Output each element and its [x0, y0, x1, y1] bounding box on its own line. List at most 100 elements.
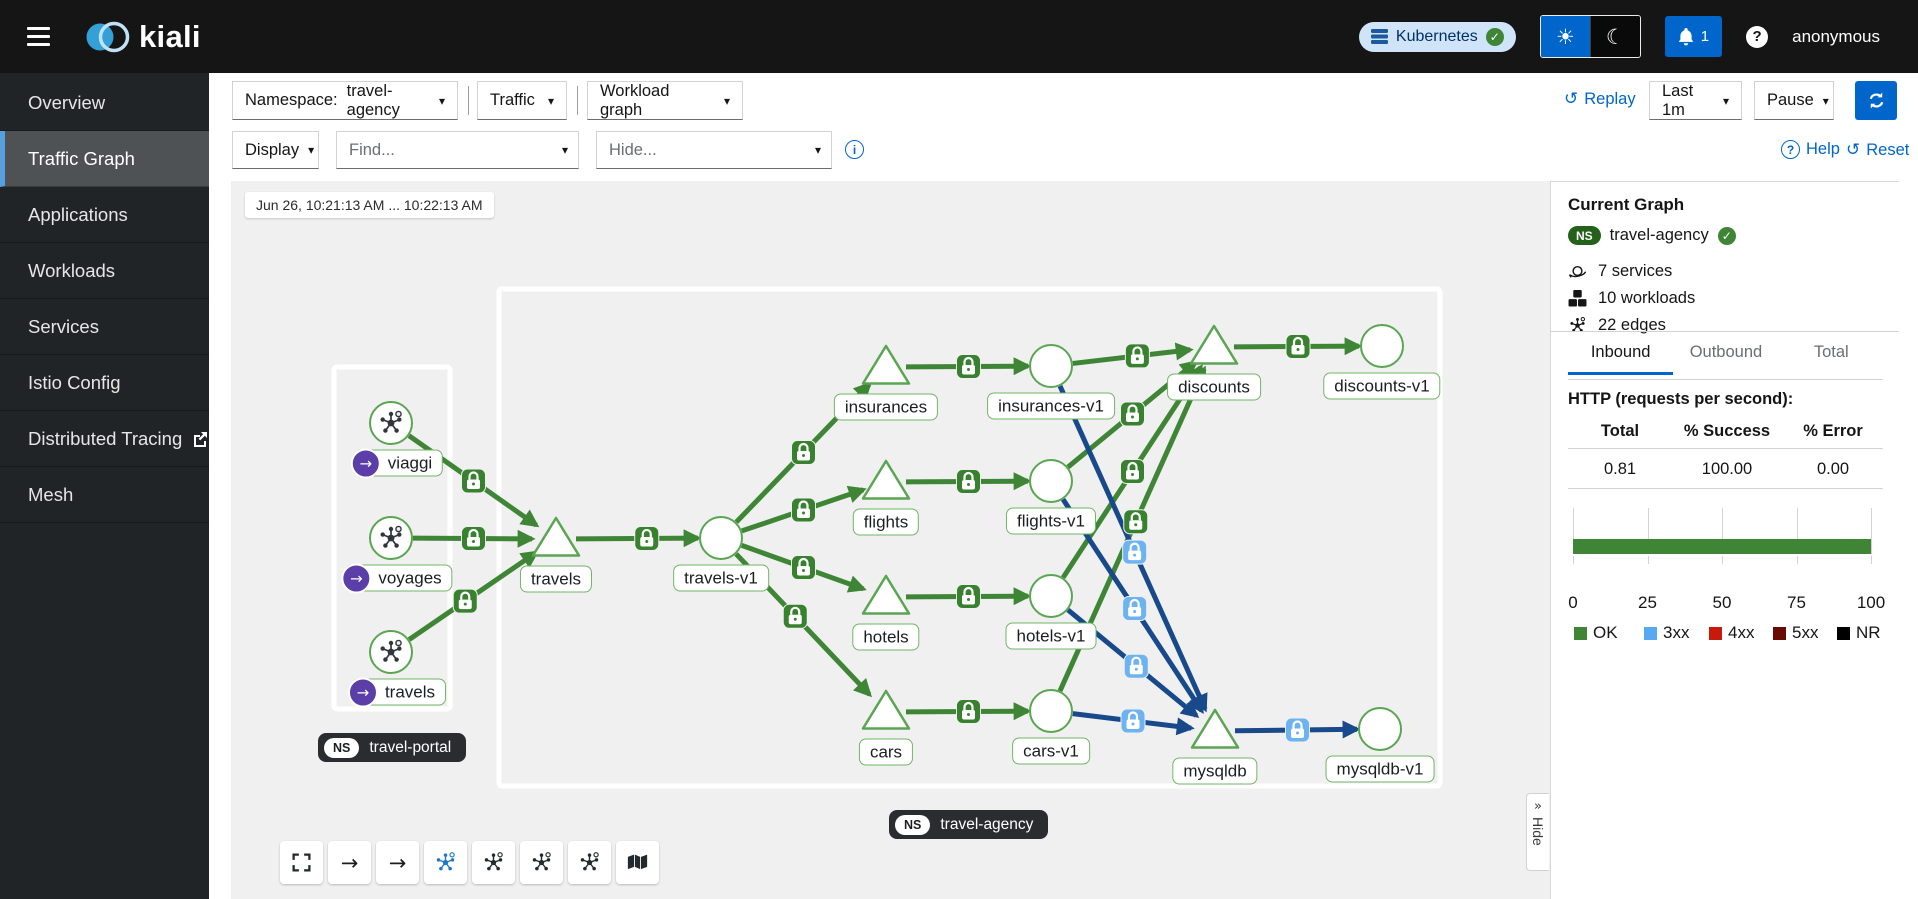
map-icon: [627, 852, 648, 873]
interval-dropdown[interactable]: Last 1m ▾: [1649, 81, 1742, 120]
graph-node-label-flights[interactable]: flights: [853, 509, 919, 536]
graph-node-flights-v1[interactable]: [1030, 460, 1072, 502]
summary-namespace[interactable]: travel-agency: [1610, 226, 1709, 245]
question-circle-icon: ?: [1781, 140, 1800, 159]
chevron-down-icon: ▾: [1723, 94, 1729, 108]
graph-edge-cars-to-cars-v1[interactable]: [906, 711, 1028, 712]
chevron-down-icon: ▾: [548, 94, 554, 108]
graph-edge-insurances-to-insurances-v1[interactable]: [906, 366, 1028, 367]
notification-count: 1: [1701, 28, 1709, 45]
graph-edge-voyages-to-travels[interactable]: [413, 538, 532, 539]
graph-edge-mysqldb-to-mysqldb-v1[interactable]: [1235, 729, 1357, 730]
mesh-icon: [579, 852, 600, 873]
graph-edge-discounts-to-discounts-v1[interactable]: [1234, 346, 1359, 347]
graph-node-label-insurances-v1[interactable]: insurances-v1: [987, 393, 1115, 420]
focus-forward-1-button[interactable]: →: [328, 841, 371, 884]
hide-panel-tab[interactable]: » Hide: [1526, 793, 1549, 871]
light-theme-button[interactable]: ☀: [1541, 16, 1590, 57]
focus-forward-2-button[interactable]: →: [376, 841, 419, 884]
chevron-down-icon[interactable]: ▾: [815, 143, 821, 157]
help-link[interactable]: ? Help: [1781, 140, 1840, 159]
menu-toggle-icon[interactable]: [27, 27, 50, 46]
axis-tick-label: 0: [1568, 593, 1577, 613]
graph-toolbar: Namespace: travel-agency ▾ Traffic ▾ Wor…: [209, 73, 1918, 181]
reset-link[interactable]: ↺ Reset: [1846, 140, 1909, 160]
graph-node-label-discounts[interactable]: discounts: [1167, 374, 1261, 401]
graph-node-label-voyages[interactable]: →voyages: [345, 565, 452, 592]
services-icon: [1568, 263, 1587, 280]
graph-node-label-hotels-v1[interactable]: hotels-v1: [1006, 623, 1097, 650]
tab-total[interactable]: Total: [1779, 334, 1884, 375]
graph-node-discounts-v1[interactable]: [1361, 325, 1403, 367]
find-input[interactable]: [347, 140, 556, 161]
dark-theme-button[interactable]: ☾: [1590, 16, 1640, 57]
graph-node-travels-v1[interactable]: [700, 517, 742, 559]
graph-mini-toolbar: →→: [280, 841, 659, 884]
ns-badge-label: travel-portal: [369, 739, 451, 757]
graph-edge-flights-to-flights-v1[interactable]: [906, 481, 1028, 482]
namespace-box-badge-travel-agency[interactable]: NStravel-agency: [889, 810, 1048, 839]
graph-node-travels-wl[interactable]: [370, 631, 412, 673]
tab-inbound[interactable]: Inbound: [1568, 334, 1673, 375]
axis-tick-label: 25: [1638, 593, 1657, 613]
node-label-text: flights-v1: [1017, 511, 1085, 531]
hide-input[interactable]: [607, 140, 809, 161]
sidebar-item-istio-config[interactable]: Istio Config: [0, 355, 209, 411]
graph-node-label-discounts-v1[interactable]: discounts-v1: [1323, 373, 1440, 400]
graph-node-label-mysqldb[interactable]: mysqldb: [1172, 758, 1257, 785]
external-link-icon: [192, 431, 208, 447]
zoom-to-fit-button[interactable]: [280, 841, 323, 884]
namespace-box-badge-travel-portal[interactable]: NStravel-portal: [318, 733, 466, 762]
replay-button[interactable]: ↺ Replay: [1564, 89, 1636, 109]
graph-node-label-flights-v1[interactable]: flights-v1: [1006, 508, 1096, 535]
mesh-icon: [531, 852, 552, 873]
notifications-button[interactable]: 1: [1665, 16, 1722, 57]
graph-edge-travels-to-travels-v1[interactable]: [576, 538, 698, 539]
graph-type-dropdown[interactable]: Workload graph ▾: [587, 81, 743, 120]
graph-node-label-cars[interactable]: cars: [859, 739, 913, 766]
graph-node-voyages[interactable]: [370, 517, 412, 559]
graph-node-hotels-v1[interactable]: [1030, 575, 1072, 617]
graph-node-label-cars-v1[interactable]: cars-v1: [1012, 738, 1090, 765]
graph-node-label-travels-v1[interactable]: travels-v1: [673, 565, 769, 592]
help-icon[interactable]: ?: [1746, 26, 1768, 48]
graph-node-mysqldb-v1[interactable]: [1359, 708, 1401, 750]
tab-outbound[interactable]: Outbound: [1673, 334, 1778, 375]
pause-dropdown[interactable]: Pause ▾: [1754, 81, 1834, 120]
info-icon[interactable]: i: [845, 140, 864, 159]
sidebar-item-workloads[interactable]: Workloads: [0, 243, 209, 299]
graph-node-label-viaggi[interactable]: →viaggi: [355, 450, 443, 477]
graph-node-label-travels[interactable]: travels: [520, 566, 592, 593]
graph-node-insurances-v1[interactable]: [1030, 345, 1072, 387]
graph-edge-hotels-to-hotels-v1[interactable]: [906, 596, 1028, 597]
graph-node-label-mysqldb-v1[interactable]: mysqldb-v1: [1326, 756, 1435, 783]
layout-alt-1-button[interactable]: [472, 841, 515, 884]
graph-node-viaggi[interactable]: [370, 402, 412, 444]
sidebar-item-services[interactable]: Services: [0, 299, 209, 355]
traffic-dropdown[interactable]: Traffic ▾: [477, 81, 567, 120]
graph-node-cars-v1[interactable]: [1030, 690, 1072, 732]
toggle-minimap-button[interactable]: [616, 841, 659, 884]
graph-node-label-hotels[interactable]: hotels: [852, 624, 919, 651]
expand-icon: [291, 852, 312, 873]
bell-icon: [1678, 28, 1694, 46]
sidebar-item-label: Distributed Tracing: [28, 428, 182, 450]
username: anonymous: [1792, 27, 1880, 47]
display-dropdown[interactable]: Display ▾: [232, 131, 319, 169]
node-label-text: cars: [870, 742, 902, 762]
chevron-down-icon[interactable]: ▾: [562, 143, 568, 157]
namespace-dropdown[interactable]: Namespace: travel-agency ▾: [232, 81, 458, 120]
layout-alt-3-button[interactable]: [568, 841, 611, 884]
graph-node-label-travels-wl[interactable]: →travels: [352, 679, 446, 706]
cluster-badge[interactable]: Kubernetes ✓: [1359, 22, 1516, 52]
layout-alt-2-button[interactable]: [520, 841, 563, 884]
sidebar-item-overview[interactable]: Overview: [0, 75, 209, 131]
layout-default-button[interactable]: [424, 841, 467, 884]
sidebar-item-distributed-tracing[interactable]: Distributed Tracing: [0, 411, 209, 467]
chevron-down-icon: ▾: [1823, 94, 1829, 108]
refresh-button[interactable]: [1855, 81, 1897, 120]
sidebar-item-applications[interactable]: Applications: [0, 187, 209, 243]
sidebar-item-traffic-graph[interactable]: Traffic Graph: [0, 131, 209, 187]
sidebar-item-mesh[interactable]: Mesh: [0, 467, 209, 523]
graph-node-label-insurances[interactable]: insurances: [834, 394, 938, 421]
